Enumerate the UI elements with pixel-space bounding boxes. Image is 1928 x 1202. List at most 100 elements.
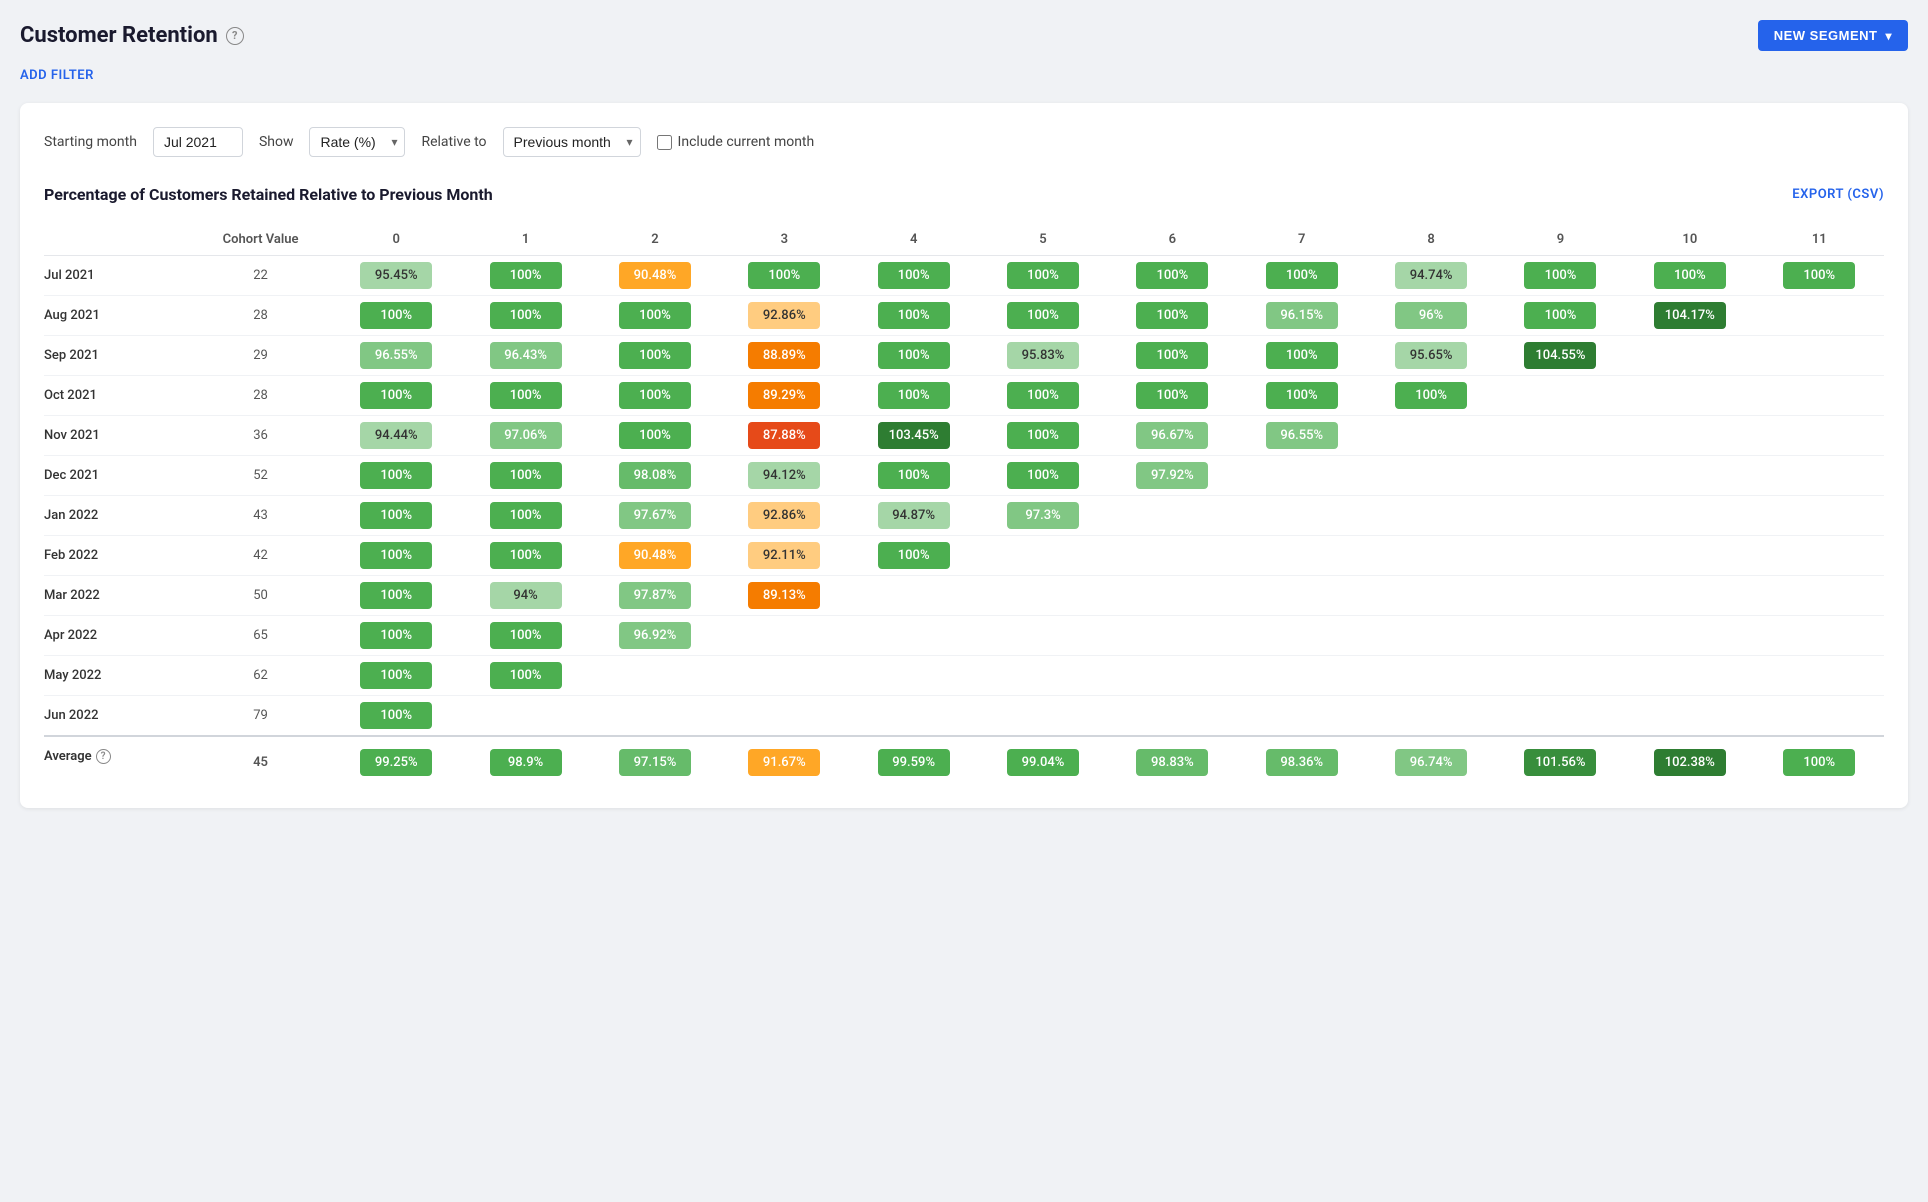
include-current-label[interactable]: Include current month	[657, 134, 815, 150]
cell-col-8	[1366, 696, 1495, 737]
table-row: Nov 20213694.44%97.06%100%87.88%103.45%1…	[44, 416, 1884, 456]
cohort-value: 28	[190, 296, 332, 336]
row-label: Jun 2022	[44, 696, 190, 737]
cell-col-10	[1625, 616, 1754, 656]
cohort-value: 50	[190, 576, 332, 616]
cell-col-7	[1237, 456, 1366, 496]
table-row: May 202262100%100%	[44, 656, 1884, 696]
cell-col-11	[1755, 336, 1885, 376]
cell-col-5: 100%	[978, 456, 1107, 496]
col-header-2: 2	[590, 224, 719, 256]
cell-col-3: 100%	[720, 256, 849, 296]
cell-col-4: 100%	[849, 336, 978, 376]
retention-table: Cohort Value 0 1 2 3 4 5 6 7 8 9 10 11	[44, 224, 1884, 784]
cell-col-7	[1237, 496, 1366, 536]
cohort-value: 65	[190, 616, 332, 656]
average-help-icon[interactable]: ?	[96, 749, 111, 764]
cell-col-2	[590, 656, 719, 696]
cell-col-3	[720, 616, 849, 656]
table-row: Jul 20212295.45%100%90.48%100%100%100%10…	[44, 256, 1884, 296]
cell-col-4	[849, 696, 978, 737]
cohort-value: 43	[190, 496, 332, 536]
cell-col-1: 97.06%	[461, 416, 590, 456]
cell-col-4	[849, 616, 978, 656]
col-header-cohort: Cohort Value	[190, 224, 332, 256]
cell-col-6	[1108, 576, 1237, 616]
cohort-value: 36	[190, 416, 332, 456]
cell-col-2: 97.87%	[590, 576, 719, 616]
cell-col-10	[1625, 696, 1754, 737]
cell-col-6: 97.92%	[1108, 456, 1237, 496]
cell-col-9: 100%	[1496, 296, 1625, 336]
cell-col-2: 100%	[590, 416, 719, 456]
relative-to-select[interactable]: Previous month	[503, 127, 641, 157]
cell-col-4: 94.87%	[849, 496, 978, 536]
footer-cell-8: 96.74%	[1366, 736, 1495, 784]
cell-col-11	[1755, 456, 1885, 496]
cell-col-6: 100%	[1108, 256, 1237, 296]
cell-col-6: 100%	[1108, 376, 1237, 416]
cell-col-9	[1496, 456, 1625, 496]
cell-col-2: 100%	[590, 376, 719, 416]
footer-row: Average ? 45 99.25% 98.9% 97.15% 91.67% …	[44, 736, 1884, 784]
cell-col-11	[1755, 416, 1885, 456]
cell-col-5: 100%	[978, 416, 1107, 456]
cell-col-7	[1237, 536, 1366, 576]
title-help-icon[interactable]: ?	[226, 27, 244, 45]
cell-col-3: 92.86%	[720, 296, 849, 336]
cell-col-5	[978, 656, 1107, 696]
cell-col-11: 100%	[1755, 256, 1885, 296]
footer-cell-6: 98.83%	[1108, 736, 1237, 784]
cell-col-4: 100%	[849, 256, 978, 296]
cell-col-7: 100%	[1237, 336, 1366, 376]
cell-col-1: 100%	[461, 456, 590, 496]
cell-col-10: 104.17%	[1625, 296, 1754, 336]
cell-col-5: 97.3%	[978, 496, 1107, 536]
cell-col-4: 100%	[849, 536, 978, 576]
cell-col-11	[1755, 616, 1885, 656]
col-header-4: 4	[849, 224, 978, 256]
table-row: Jan 202243100%100%97.67%92.86%94.87%97.3…	[44, 496, 1884, 536]
cell-col-3: 87.88%	[720, 416, 849, 456]
cell-col-10: 100%	[1625, 256, 1754, 296]
include-current-checkbox[interactable]	[657, 135, 672, 150]
controls-bar: Starting month Show Rate (%) Relative to…	[44, 127, 1884, 157]
cell-col-11	[1755, 696, 1885, 737]
cell-col-6: 100%	[1108, 336, 1237, 376]
cell-col-6: 96.67%	[1108, 416, 1237, 456]
cell-col-2: 90.48%	[590, 536, 719, 576]
row-label: Sep 2021	[44, 336, 190, 376]
cell-col-8	[1366, 536, 1495, 576]
retention-table-container: Cohort Value 0 1 2 3 4 5 6 7 8 9 10 11	[44, 224, 1884, 784]
cell-col-1: 100%	[461, 376, 590, 416]
footer-cell-3: 91.67%	[720, 736, 849, 784]
cell-col-7: 96.55%	[1237, 416, 1366, 456]
footer-cell-9: 101.56%	[1496, 736, 1625, 784]
cell-col-8	[1366, 496, 1495, 536]
starting-month-input[interactable]	[153, 127, 243, 157]
chevron-down-icon: ▾	[1885, 29, 1892, 43]
cell-col-3: 92.11%	[720, 536, 849, 576]
cell-col-8	[1366, 416, 1495, 456]
col-header-11: 11	[1755, 224, 1885, 256]
cell-col-11	[1755, 376, 1885, 416]
cell-col-3: 89.13%	[720, 576, 849, 616]
cohort-value: 52	[190, 456, 332, 496]
cell-col-7	[1237, 576, 1366, 616]
col-header-7: 7	[1237, 224, 1366, 256]
footer-cell-4: 99.59%	[849, 736, 978, 784]
cell-col-9	[1496, 536, 1625, 576]
starting-month-label: Starting month	[44, 134, 137, 150]
export-csv-link[interactable]: EXPORT (CSV)	[1792, 187, 1884, 202]
cell-col-5: 95.83%	[978, 336, 1107, 376]
cell-col-2: 96.92%	[590, 616, 719, 656]
cohort-value: 28	[190, 376, 332, 416]
cell-col-10	[1625, 656, 1754, 696]
table-row: Mar 202250100%94%97.87%89.13%	[44, 576, 1884, 616]
add-filter-link[interactable]: ADD FILTER	[20, 68, 94, 83]
show-select[interactable]: Rate (%)	[309, 127, 405, 157]
cell-col-6	[1108, 696, 1237, 737]
row-label: Mar 2022	[44, 576, 190, 616]
cell-col-4: 100%	[849, 456, 978, 496]
new-segment-button[interactable]: NEW SEGMENT ▾	[1758, 20, 1908, 51]
